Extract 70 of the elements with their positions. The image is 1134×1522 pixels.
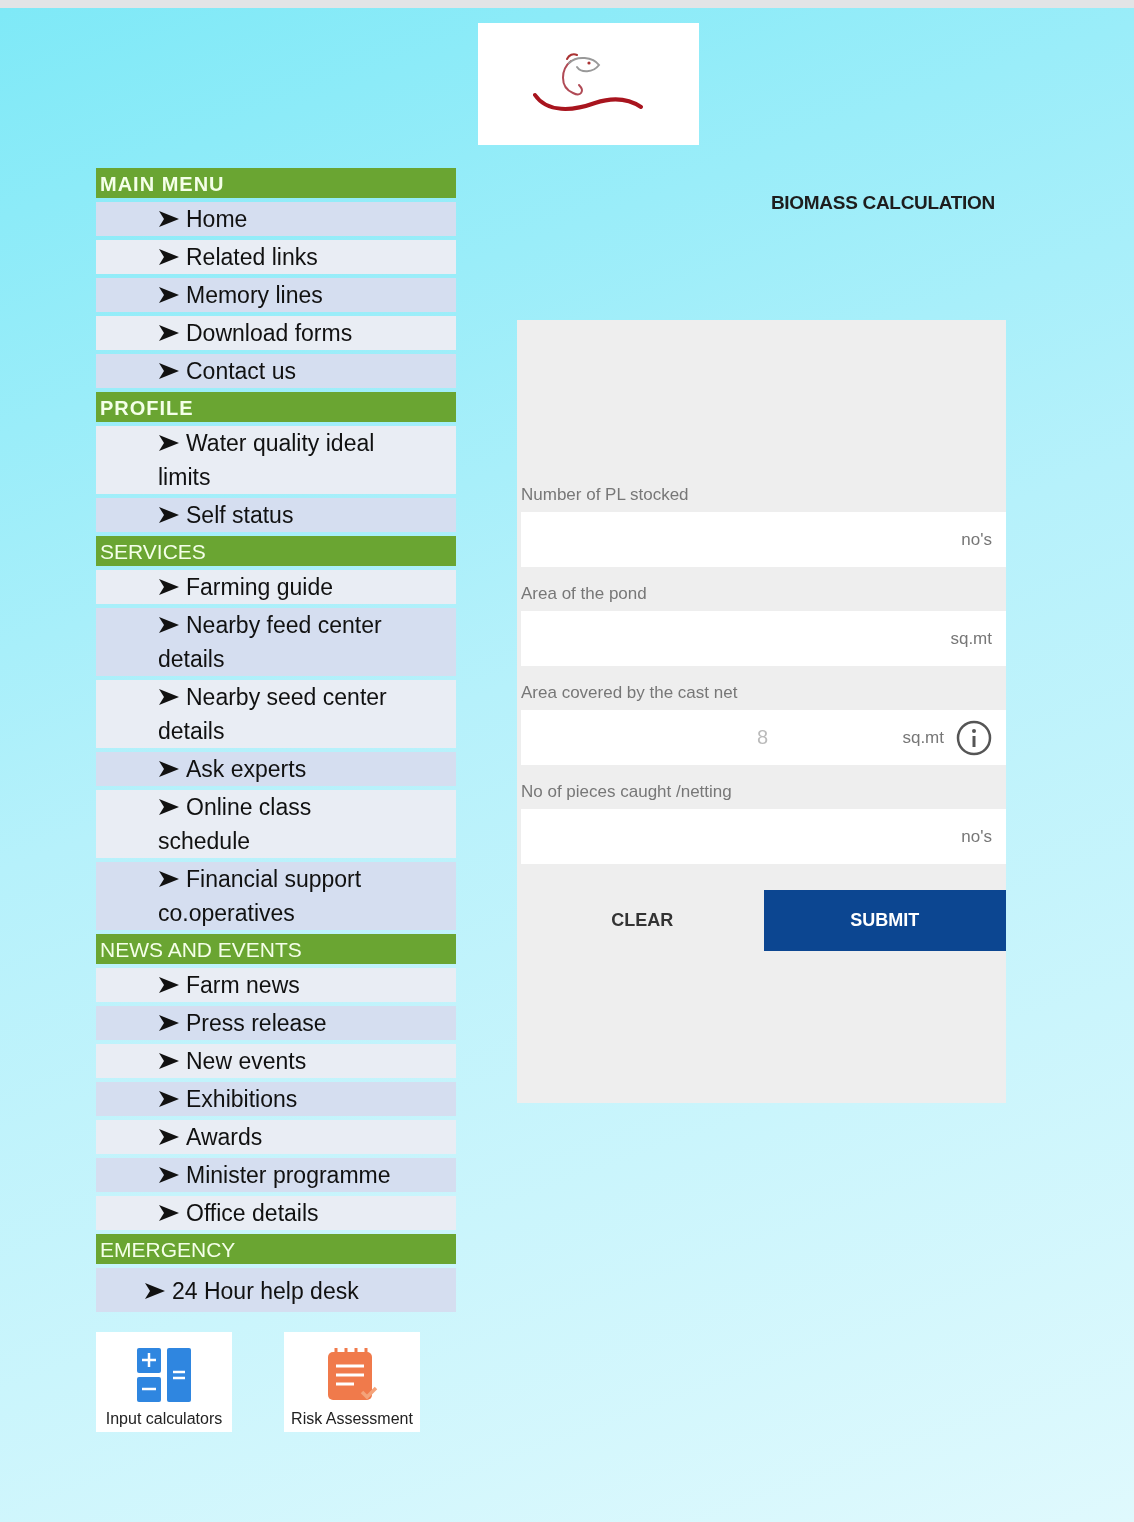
- menu-item[interactable]: Press release: [96, 1006, 456, 1040]
- menu-item[interactable]: Download forms: [96, 316, 456, 350]
- arrow-icon: [158, 760, 180, 778]
- info-icon[interactable]: [956, 719, 992, 756]
- tile-label: Input calculators: [105, 1410, 223, 1428]
- shortcut-tile[interactable]: Input calculators: [96, 1332, 232, 1432]
- input-field[interactable]: no's: [521, 512, 1006, 567]
- menu-heading: PROFILE: [96, 392, 456, 422]
- field-label: Area of the pond: [521, 583, 648, 605]
- menu-item[interactable]: Nearby seed center details: [96, 680, 456, 748]
- arrow-icon: [158, 616, 180, 634]
- menu-item[interactable]: Ask experts: [96, 752, 456, 786]
- menu-item[interactable]: Office details: [96, 1196, 456, 1230]
- arrow-icon: [158, 210, 180, 228]
- menu-item[interactable]: Awards: [96, 1120, 456, 1154]
- arrow-icon: [158, 506, 180, 524]
- menu-item[interactable]: Contact us: [96, 354, 456, 388]
- submit-button[interactable]: SUBMIT: [763, 890, 1006, 951]
- menu-item[interactable]: Minister programme: [96, 1158, 456, 1192]
- unit-label: no's: [961, 826, 992, 847]
- input-field[interactable]: sq.mt: [521, 611, 1006, 666]
- tile-label: Risk Assessment: [291, 1410, 413, 1428]
- arrow-icon: [158, 688, 180, 706]
- checklist-icon: [326, 1346, 378, 1402]
- unit-label: sq.mt: [902, 727, 944, 748]
- arrow-icon: [158, 1052, 180, 1070]
- arrow-icon: [158, 434, 180, 452]
- arrow-icon: [158, 578, 180, 596]
- arrow-icon: [158, 286, 180, 304]
- clear-button[interactable]: CLEAR: [521, 890, 764, 951]
- menu-item[interactable]: Exhibitions: [96, 1082, 456, 1116]
- menu-item[interactable]: Online class schedule: [96, 790, 456, 858]
- arrow-icon: [158, 1090, 180, 1108]
- arrow-icon: [158, 1128, 180, 1146]
- arrow-icon: [158, 324, 180, 342]
- menu-heading: NEWS AND EVENTS: [96, 934, 456, 964]
- menu-item[interactable]: Water quality ideal limits: [96, 426, 456, 494]
- field-label: No of pieces caught /netting: [521, 781, 733, 803]
- menu-item[interactable]: 24 Hour help desk: [96, 1268, 456, 1312]
- arrow-icon: [144, 1282, 166, 1300]
- input-field[interactable]: no's: [521, 809, 1006, 864]
- calculator-icon: [137, 1348, 191, 1402]
- arrow-icon: [158, 798, 180, 816]
- field-value: 8: [757, 726, 769, 749]
- arrow-icon: [158, 1166, 180, 1184]
- arrow-icon: [158, 976, 180, 994]
- field-label: Area covered by the cast net: [521, 682, 739, 704]
- menu-item[interactable]: Home: [96, 202, 456, 236]
- menu-item[interactable]: Farm news: [96, 968, 456, 1002]
- input-field[interactable]: 8 sq.mt: [521, 710, 1006, 765]
- menu-item[interactable]: New events: [96, 1044, 456, 1078]
- arrow-icon: [158, 870, 180, 888]
- arrow-icon: [158, 362, 180, 380]
- arrow-icon: [158, 1014, 180, 1032]
- field-label: Number of PL stocked: [521, 484, 690, 506]
- menu-item[interactable]: Memory lines: [96, 278, 456, 312]
- menu-item[interactable]: Farming guide: [96, 570, 456, 604]
- page-title: BIOMASS CALCULATION: [770, 192, 995, 214]
- shortcut-tile[interactable]: Risk Assessment: [284, 1332, 420, 1432]
- menu-heading: EMERGENCY: [96, 1234, 456, 1264]
- menu-item[interactable]: Self status: [96, 498, 456, 532]
- menu-item[interactable]: Nearby feed center details: [96, 608, 456, 676]
- menu-item[interactable]: Financial support co.operatives: [96, 862, 456, 930]
- menu-item[interactable]: Related links: [96, 240, 456, 274]
- arrow-icon: [158, 248, 180, 266]
- menu-heading: SERVICES: [96, 536, 456, 566]
- menu-heading: MAIN MENU: [96, 168, 456, 198]
- unit-label: sq.mt: [950, 628, 992, 649]
- arrow-icon: [158, 1204, 180, 1222]
- unit-label: no's: [961, 529, 992, 550]
